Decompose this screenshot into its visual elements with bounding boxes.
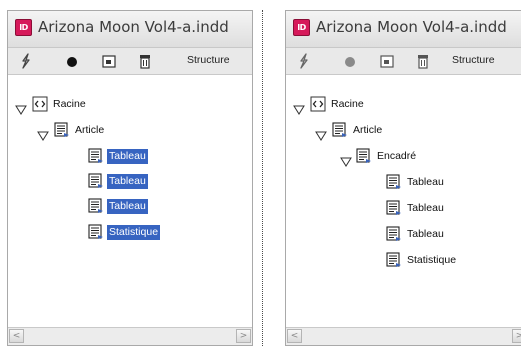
tree-node-tableau[interactable]: Tableau bbox=[286, 199, 521, 219]
tree-node-racine[interactable]: Racine bbox=[8, 95, 248, 115]
story-icon bbox=[386, 200, 402, 216]
document-title: Arizona Moon Vol4-a.indd bbox=[38, 18, 229, 36]
story-icon bbox=[54, 122, 70, 138]
expand-triangle-icon[interactable] bbox=[15, 100, 27, 115]
expand-triangle-icon[interactable] bbox=[315, 126, 327, 141]
tree-node-label: Tableau bbox=[407, 202, 444, 214]
story-icon bbox=[386, 252, 402, 268]
expand-triangle-icon[interactable] bbox=[293, 100, 305, 115]
trash-icon[interactable] bbox=[414, 52, 432, 70]
tree-node-tableau[interactable]: Tableau bbox=[8, 197, 248, 217]
dotted-separator bbox=[262, 10, 263, 346]
tree-node-label: Encadré bbox=[377, 150, 417, 162]
tree-node-label: Tableau bbox=[407, 176, 444, 188]
tree-node-label: Tableau bbox=[407, 228, 444, 240]
story-icon bbox=[88, 173, 104, 189]
tree-node-article[interactable]: Article bbox=[286, 121, 521, 141]
scroll-left-button[interactable]: < bbox=[287, 329, 302, 343]
structure-label: Structure bbox=[187, 54, 230, 66]
story-icon bbox=[88, 148, 104, 164]
tree-node-tableau[interactable]: Tableau bbox=[286, 173, 521, 193]
expand-triangle-icon[interactable] bbox=[37, 126, 49, 141]
story-icon bbox=[88, 198, 104, 214]
tree-node-label: Tableau bbox=[107, 174, 148, 189]
tree-node-encadre[interactable]: Encadré bbox=[286, 147, 521, 167]
story-icon bbox=[356, 148, 372, 164]
story-icon bbox=[88, 224, 104, 240]
story-icon bbox=[332, 122, 348, 138]
xml-tag-icon bbox=[310, 96, 326, 112]
tree-node-label: Racine bbox=[53, 98, 86, 110]
tree-node-statistique[interactable]: Statistique bbox=[8, 223, 248, 243]
tree-node-tableau[interactable]: Tableau bbox=[8, 172, 248, 192]
tree-node-racine[interactable]: Racine bbox=[286, 95, 521, 115]
horizontal-scrollbar[interactable]: < > bbox=[286, 327, 521, 345]
tree-node-label: Racine bbox=[331, 98, 364, 110]
xml-tag-icon bbox=[32, 96, 48, 112]
story-icon bbox=[386, 226, 402, 242]
expand-triangle-icon[interactable] bbox=[340, 152, 352, 167]
tree-node-statistique[interactable]: Statistique bbox=[286, 251, 521, 271]
structure-tree: Racine Article Encadré Tableau Tableau T… bbox=[286, 75, 521, 327]
structure-toolbar: Structure bbox=[286, 48, 521, 75]
horizontal-scrollbar[interactable]: < > bbox=[8, 327, 252, 345]
tree-node-label: Article bbox=[75, 124, 105, 136]
panel-title-bar[interactable]: ID Arizona Moon Vol4-a.indd bbox=[8, 11, 252, 48]
tree-node-tableau[interactable]: Tableau bbox=[8, 147, 248, 167]
trash-icon[interactable] bbox=[136, 52, 154, 70]
lightning-icon[interactable] bbox=[295, 52, 313, 70]
scroll-right-button[interactable]: > bbox=[512, 329, 521, 343]
tree-node-label: Article bbox=[353, 124, 383, 136]
structure-label: Structure bbox=[452, 54, 495, 66]
panel-title-bar[interactable]: ID Arizona Moon Vol4-a.indd bbox=[286, 11, 521, 48]
tree-node-article[interactable]: Article bbox=[8, 121, 248, 141]
tree-node-tableau[interactable]: Tableau bbox=[286, 225, 521, 245]
frame-icon[interactable] bbox=[378, 52, 396, 70]
scroll-left-button[interactable]: < bbox=[9, 329, 24, 343]
structure-tree: Racine Article Tableau Tableau Tableau S… bbox=[8, 75, 252, 327]
scroll-right-button[interactable]: > bbox=[236, 329, 251, 343]
tree-node-label: Statistique bbox=[107, 225, 161, 240]
story-icon bbox=[386, 174, 402, 190]
bullet-icon[interactable] bbox=[63, 52, 81, 70]
structure-panel-right: ID Arizona Moon Vol4-a.indd Structure Ra… bbox=[285, 10, 521, 346]
frame-icon[interactable] bbox=[100, 52, 118, 70]
bullet-icon[interactable] bbox=[341, 52, 359, 70]
tree-node-label: Tableau bbox=[107, 149, 148, 164]
indesign-app-icon: ID bbox=[15, 19, 32, 36]
indesign-app-icon: ID bbox=[293, 19, 310, 36]
document-title: Arizona Moon Vol4-a.indd bbox=[316, 18, 507, 36]
tree-node-label: Tableau bbox=[107, 199, 148, 214]
structure-panel-left: ID Arizona Moon Vol4-a.indd Structure Ra… bbox=[7, 10, 253, 346]
structure-toolbar: Structure bbox=[8, 48, 252, 75]
lightning-icon[interactable] bbox=[17, 52, 35, 70]
tree-node-label: Statistique bbox=[407, 254, 457, 266]
